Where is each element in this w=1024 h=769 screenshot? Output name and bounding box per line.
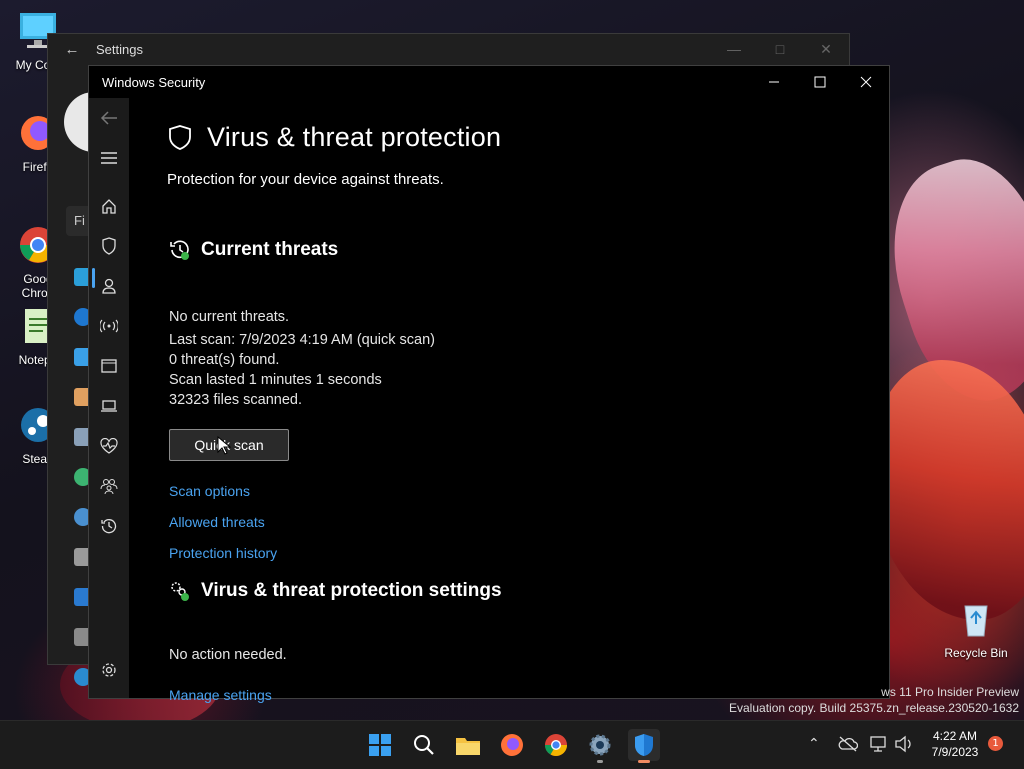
back-arrow-icon[interactable]: ← xyxy=(48,41,96,58)
folder-icon xyxy=(456,738,480,755)
watermark-line2: Evaluation copy. Build 25375.zn_release.… xyxy=(729,701,1019,715)
recycle-bin-icon xyxy=(964,605,988,637)
volume-icon[interactable] xyxy=(894,735,914,757)
windows-logo-icon xyxy=(369,734,391,756)
threat-status-text: No current threats. xyxy=(169,309,290,325)
minimize-button[interactable]: — xyxy=(711,41,757,58)
page-subtitle: Protection for your device against threa… xyxy=(167,171,444,188)
minimize-button[interactable] xyxy=(751,66,797,98)
maximize-button[interactable] xyxy=(797,66,843,98)
search-icon xyxy=(414,735,434,755)
firefox-icon xyxy=(501,734,523,756)
history-icon[interactable] xyxy=(97,514,121,538)
threats-found-text: 0 threat(s) found. xyxy=(169,352,280,368)
maximize-button[interactable]: □ xyxy=(757,41,803,58)
watermark-line1: ws 11 Pro Insider Preview xyxy=(881,685,1019,699)
close-button[interactable]: ✕ xyxy=(803,41,849,58)
manage-settings-link[interactable]: Manage settings xyxy=(169,687,272,703)
windows-security-window[interactable]: Windows Security Virus & threat protecti… xyxy=(88,65,890,703)
account-icon[interactable] xyxy=(97,274,121,298)
firefox-taskbar-button[interactable] xyxy=(496,729,528,761)
settings-gear-icon[interactable] xyxy=(97,658,121,682)
scan-duration-text: Scan lasted 1 minutes 1 seconds xyxy=(169,372,382,388)
clock[interactable]: 4:22 AM 7/9/2023 xyxy=(922,728,988,760)
windows-security-taskbar-button[interactable] xyxy=(628,729,660,763)
health-icon[interactable] xyxy=(97,434,121,458)
network-icon[interactable] xyxy=(870,735,890,757)
settings-gears-icon xyxy=(171,582,189,601)
main-content: Virus & threat protection Protection for… xyxy=(167,98,889,703)
mouse-cursor-icon xyxy=(217,436,231,455)
scan-history-icon xyxy=(170,240,189,260)
nav-rail xyxy=(89,98,129,698)
onedrive-icon[interactable] xyxy=(838,736,859,756)
family-icon[interactable] xyxy=(97,474,121,498)
notification-badge[interactable]: 1 xyxy=(988,736,1003,751)
device-security-icon[interactable] xyxy=(97,394,121,418)
shield-icon xyxy=(169,124,191,150)
clock-time: 4:22 AM xyxy=(932,729,978,743)
window-title: Windows Security xyxy=(102,74,206,90)
last-scan-text: Last scan: 7/9/2023 4:19 AM (quick scan) xyxy=(169,332,435,348)
start-button[interactable] xyxy=(364,729,396,761)
clock-date: 7/9/2023 xyxy=(931,745,979,759)
current-threats-heading: Current threats xyxy=(201,239,339,260)
page-title: Virus & threat protection xyxy=(207,122,502,152)
home-icon[interactable] xyxy=(97,194,121,218)
taskbar: ⌃ 4:22 AM 7/9/2023 xyxy=(0,720,1024,769)
window-title: Settings xyxy=(96,41,143,57)
gear-icon xyxy=(589,734,611,756)
menu-icon[interactable] xyxy=(97,146,121,170)
chrome-icon xyxy=(545,734,567,756)
settings-status-text: No action needed. xyxy=(169,647,287,663)
chevron-up-icon[interactable]: ⌃ xyxy=(808,736,820,752)
desktop-icon-label: Recycle Bin xyxy=(944,646,1008,660)
protection-history-link[interactable]: Protection history xyxy=(169,545,277,561)
desktop-icon-recycle-bin[interactable]: Recycle Bin xyxy=(936,598,1016,660)
chrome-taskbar-button[interactable] xyxy=(540,729,572,761)
firewall-icon[interactable] xyxy=(97,314,121,338)
settings-taskbar-button[interactable] xyxy=(584,729,616,763)
files-scanned-text: 32323 files scanned. xyxy=(169,392,303,408)
scan-options-link[interactable]: Scan options xyxy=(169,483,250,499)
shield-icon xyxy=(635,734,653,756)
close-button[interactable] xyxy=(843,66,889,98)
app-browser-icon[interactable] xyxy=(97,354,121,378)
file-explorer-button[interactable] xyxy=(452,729,484,761)
shield-icon[interactable] xyxy=(97,234,121,258)
selection-indicator xyxy=(92,268,95,288)
search-button[interactable] xyxy=(408,729,440,761)
protection-settings-heading: Virus & threat protection settings xyxy=(201,580,502,601)
back-icon[interactable] xyxy=(97,106,121,130)
allowed-threats-link[interactable]: Allowed threats xyxy=(169,514,265,530)
